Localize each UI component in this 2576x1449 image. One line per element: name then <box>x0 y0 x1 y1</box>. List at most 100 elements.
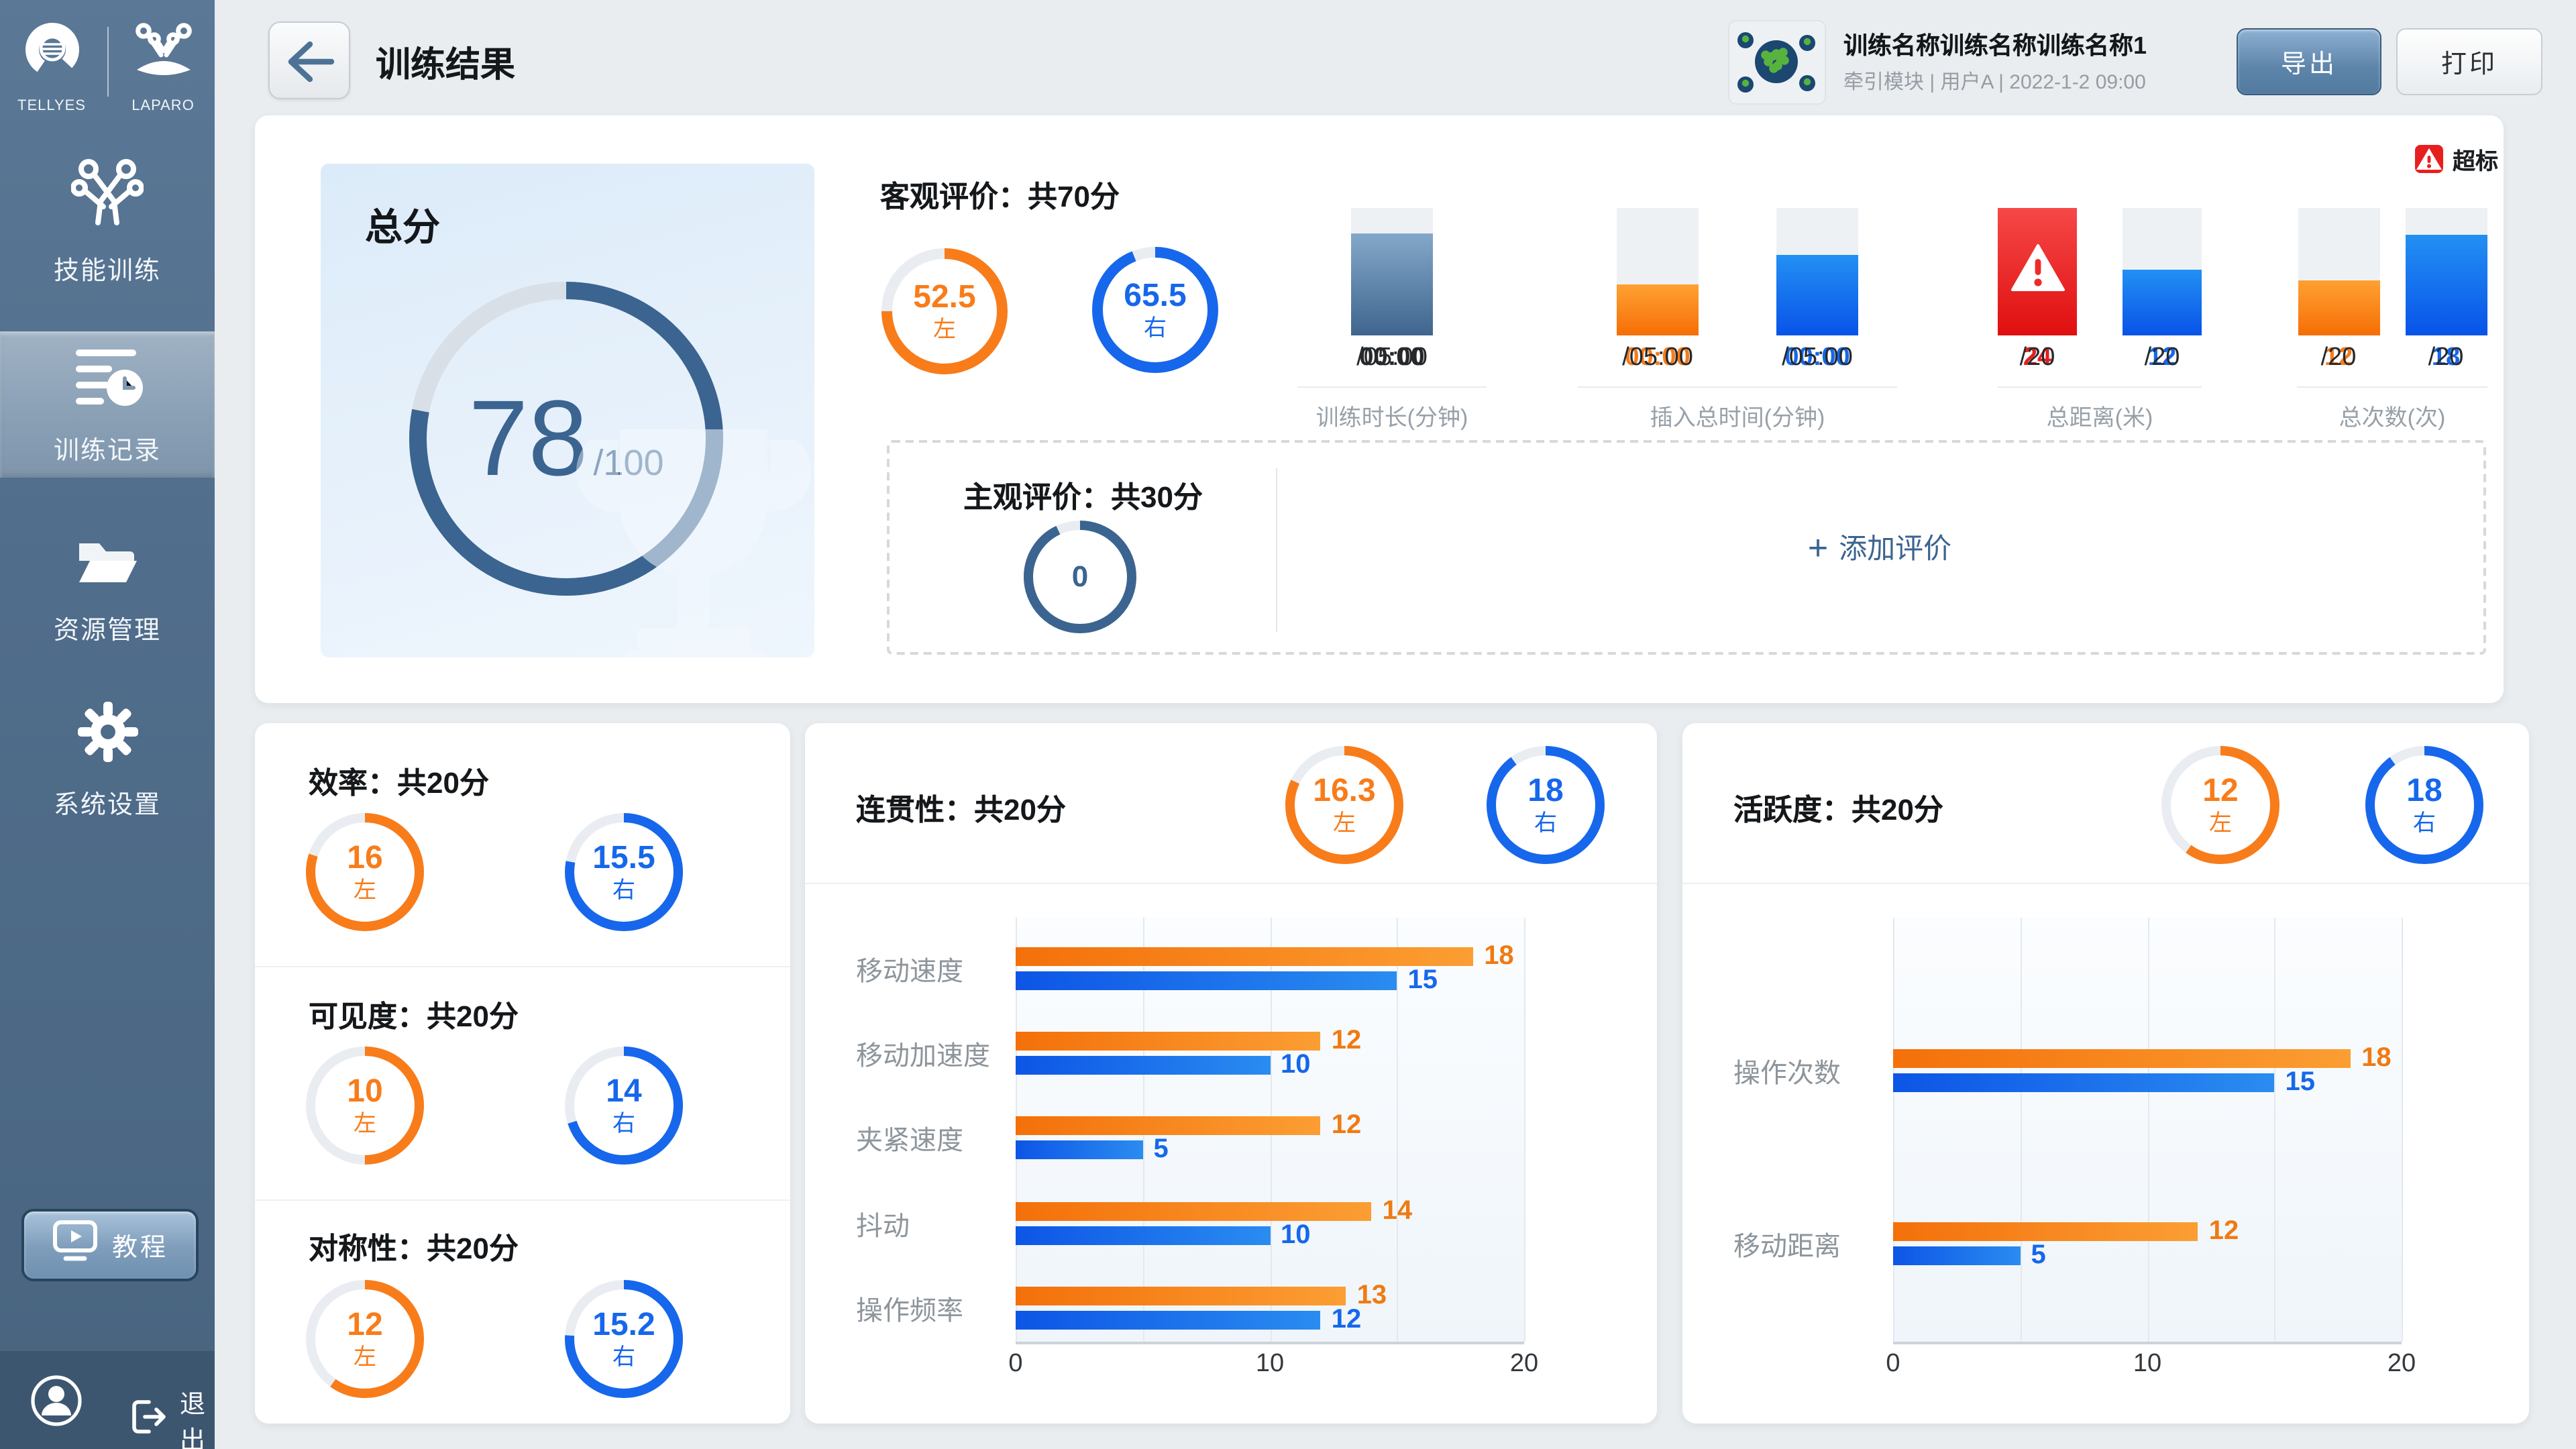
efficiency-title: 效率：共20分 <box>309 759 489 802</box>
laparo-logo-icon <box>131 21 195 93</box>
bar-左 <box>1016 1286 1346 1305</box>
bar-右 <box>1016 1310 1321 1329</box>
ring-value: 15.5 <box>592 841 655 875</box>
sidebar-item-label: 系统设置 <box>54 784 161 820</box>
category-label: 抖动 <box>856 1203 1010 1242</box>
laparo-logo-label: LAPARO <box>131 98 195 114</box>
bar-value: 5 <box>2031 1241 2046 1272</box>
records-clock-icon <box>71 343 144 417</box>
category-label: 移动加速度 <box>856 1034 1010 1073</box>
logout-label: 退出 <box>180 1385 215 1449</box>
sidebar-item-training-records[interactable]: 训练记录 <box>0 331 215 478</box>
tutorial-button[interactable]: 教程 <box>21 1209 199 1281</box>
bar-右 <box>1016 1226 1270 1244</box>
metric-bar-fill <box>2298 280 2379 335</box>
ring-value: 16 <box>347 841 382 875</box>
ring-side-label: 左 <box>354 1112 376 1136</box>
ring-value: 52.5 <box>913 280 975 314</box>
plot-area <box>1893 918 2402 1344</box>
logo-divider <box>107 27 108 97</box>
coherence-chart: 移动速度 18 15移动加速度 12 10夹紧速度 12 5抖动 14 10操作… <box>805 723 1657 1424</box>
ring-value: 14 <box>606 1075 641 1108</box>
header: 训练结果 训练名称训练名称训练名称1 牵引模块 | 用户A | 2022-1-2… <box>215 0 2576 118</box>
bar-左 <box>1016 1201 1372 1220</box>
metric-group: 12/2018/20 总次数(次) <box>2297 208 2487 432</box>
sidebar-item-label: 技能训练 <box>54 251 161 287</box>
objective-right-ring: 65.5右 <box>1092 247 1218 373</box>
efficiency-left-ring: 16左 <box>306 813 424 931</box>
bar-value: 12 <box>1332 1111 1362 1142</box>
sidebar-item-label: 资源管理 <box>54 610 161 647</box>
total-score-title: 总分 <box>365 199 440 252</box>
warning-triangle-icon <box>2009 243 2065 301</box>
metric-category-label: 插入总时间(分钟) <box>1578 398 1897 432</box>
metric-divider <box>1578 386 1897 388</box>
symmetry-title: 对称性：共20分 <box>309 1225 519 1268</box>
visibility-right-ring: 14 右 <box>565 1046 683 1165</box>
bar-value: 10 <box>1281 1050 1311 1081</box>
metric-category-label: 总次数(次) <box>2297 398 2487 432</box>
metric-bar-track <box>2298 208 2379 335</box>
ring-side-label: 左 <box>354 1346 376 1370</box>
divider <box>255 966 790 967</box>
axis-tick-label: 10 <box>2133 1350 2161 1379</box>
axis-tick-label: 20 <box>1510 1350 1538 1379</box>
ring-value: 15.2 <box>592 1308 655 1342</box>
sidebar-footer: 退出 <box>0 1351 215 1449</box>
ring-value: 12 <box>347 1308 382 1342</box>
bar-value: 12 <box>2209 1217 2239 1248</box>
subjective-section-title: 主观评价：共30分 <box>963 474 1203 517</box>
print-button[interactable]: 打印 <box>2396 28 2542 95</box>
bar-value: 18 <box>1484 941 1514 972</box>
bar-value: 12 <box>1332 1304 1362 1335</box>
sidebar-item-label: 训练记录 <box>54 430 161 466</box>
bar-左 <box>1016 947 1473 966</box>
ring-side-label: 右 <box>612 1112 635 1136</box>
metric-bar-fill <box>1617 284 1699 335</box>
ring-value: 0 <box>1072 561 1089 592</box>
bar-value: 14 <box>1383 1195 1413 1226</box>
metric-bar-track <box>1351 208 1433 335</box>
video-tutorial-icon <box>52 1217 100 1273</box>
metric-bar-track <box>1617 208 1699 335</box>
tutorial-label: 教程 <box>112 1227 168 1263</box>
sidebar-item-system-settings[interactable]: 系统设置 <box>0 698 215 821</box>
category-label: 操作次数 <box>1733 1051 1888 1090</box>
sidebar-item-skill-training[interactable]: 技能训练 <box>0 161 215 284</box>
back-button[interactable] <box>268 21 350 99</box>
metric-bar-fill <box>2123 269 2202 335</box>
axis-tick-label: 10 <box>1256 1350 1284 1379</box>
bar-value: 13 <box>1357 1280 1387 1311</box>
metric-bar-fill <box>2405 235 2487 335</box>
total-score-tile: 总分 78/100 <box>321 164 814 657</box>
metric-group: 24/2012/20 总距离(米) <box>1998 208 2202 432</box>
plus-icon: + <box>1808 530 1828 565</box>
sidebar-item-resource-management[interactable]: 资源管理 <box>0 527 215 651</box>
avatar[interactable] <box>30 1374 83 1434</box>
logout-button[interactable]: 退出 <box>129 1385 215 1449</box>
instruments-icon <box>71 158 144 237</box>
back-arrow-icon <box>280 28 339 93</box>
category-label: 移动距离 <box>1733 1225 1888 1264</box>
session-meta: 牵引模块 | 用户A | 2022-1-2 09:00 <box>1843 67 2146 95</box>
bar-左 <box>1016 1117 1321 1136</box>
bar-左 <box>1893 1049 2351 1068</box>
metric-divider <box>1297 386 1487 388</box>
divider <box>255 1199 790 1201</box>
page-title: 训练结果 <box>376 38 515 87</box>
metric-divider <box>1998 386 2202 388</box>
ring-side-label: 右 <box>612 879 635 903</box>
subjective-ring: 0 <box>1024 521 1136 633</box>
laparo-logo: LAPARO <box>121 21 205 114</box>
bar-右 <box>1893 1073 2275 1092</box>
metric-group: 00:00/05:00 训练时长(分钟) <box>1297 208 1487 432</box>
ring-side-label: 右 <box>1144 317 1167 341</box>
activity-card: 活跃度：共20分 12左 18右 操作次数 18 15移动距离 12 50102… <box>1682 723 2529 1424</box>
export-button[interactable]: 导出 <box>2237 28 2381 95</box>
subjective-section: 主观评价：共30分 0 + 添加评价 <box>887 440 2486 655</box>
axis-tick-label: 20 <box>2387 1350 2416 1379</box>
visibility-title: 可见度：共20分 <box>309 993 519 1036</box>
bar-value: 15 <box>2286 1067 2316 1098</box>
add-evaluation-button[interactable]: + 添加评价 <box>1276 443 2483 652</box>
ring-side-label: 左 <box>933 318 956 342</box>
